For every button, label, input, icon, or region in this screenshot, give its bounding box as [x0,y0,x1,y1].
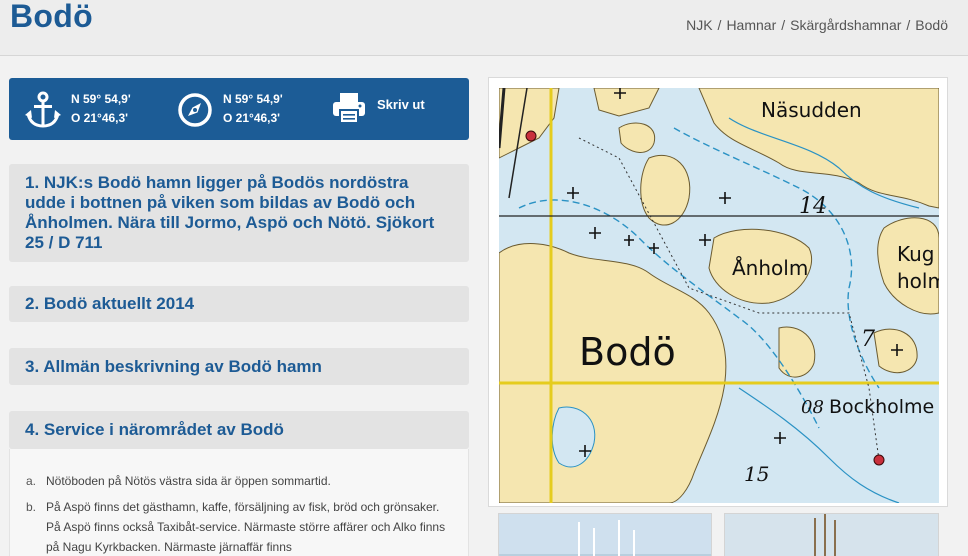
photo-thumbnail[interactable] [498,513,712,556]
photo-thumbnail[interactable] [724,513,939,556]
map-depth-14: 14 [799,194,827,219]
list-item: a. Nötöboden på Nötös västra sida är öpp… [26,471,456,491]
harbour-marker [873,454,885,466]
map-label-nasudden: Näsudden [761,98,862,122]
compass-latitude: N 59° 54,9' [223,92,283,106]
anchor-latitude: N 59° 54,9' [71,92,131,106]
printer-icon [333,93,365,124]
map-depth-7: 7 [861,327,875,352]
list-marker: b. [26,500,37,514]
anchor-coordinates: N 59° 54,9' O 21°46,3' [23,90,131,130]
accordion-item-service[interactable]: 4. Service i närområdet av Bodö [9,411,469,449]
anchor-longitude: O 21°46,3' [71,111,129,125]
print-label: Skriv ut [377,96,425,112]
breadcrumb-separator: / [781,17,786,33]
breadcrumb-separator: / [717,17,722,33]
accordion-item-description[interactable]: 3. Allmän beskrivning av Bodö hamn [9,348,469,385]
island-middle [640,154,691,226]
map-label-anholm: Ånholm [732,256,808,280]
service-panel: a. Nötöboden på Nötös västra sida är öpp… [9,449,469,556]
breadcrumb-current: Bodö [915,17,948,33]
nautical-chart-image: Näsudden Ånholm Kug holm Bodö Bockholme … [499,88,939,503]
main-content: N 59° 54,9' O 21°46,3' N 59° 54,9' O 21°… [0,57,968,556]
map-depth-08: 08 [801,397,824,418]
service-list: a. Nötöboden på Nötös västra sida är öpp… [10,449,468,556]
anchor-icon [25,91,61,128]
breadcrumb-skargardshamnar[interactable]: Skärgårdshamnar [790,17,901,33]
list-item: b. På Aspö finns det gästhamn, kaffe, fö… [26,497,456,556]
page-title: Bodö [10,0,93,34]
harbour-marker [525,130,537,142]
accordion-item-news-2014[interactable]: 2. Bodö aktuellt 2014 [9,286,469,322]
print-button[interactable]: Skriv ut [331,90,425,126]
list-marker: a. [26,474,37,488]
breadcrumb-njk[interactable]: NJK [686,17,712,33]
list-item-text: Nötöboden på Nötös västra sida är öppen … [46,474,331,488]
harbour-photo [725,514,938,556]
map-label-kugg: Kug [897,242,935,266]
breadcrumb: NJK / Hamnar / Skärgårdshamnar / Bodö [686,17,948,33]
compass-icon [178,93,212,127]
list-item-text: På Aspö finns det gästhamn, kaffe, försä… [46,500,446,554]
breadcrumb-separator: / [906,17,911,33]
map-label-bockholm: Bockholme [829,396,934,418]
page-header: Bodö NJK / Hamnar / Skärgårdshamnar / Bodö [0,0,968,56]
compass-coordinates: N 59° 54,9' O 21°46,3' [175,90,283,130]
compass-coordinate-text: N 59° 54,9' O 21°46,3' [223,90,283,128]
breadcrumb-hamnar[interactable]: Hamnar [726,17,776,33]
accordion-item-label: 2. Bodö aktuellt 2014 [25,294,195,313]
nautical-map[interactable]: Näsudden Ånholm Kug holm Bodö Bockholme … [488,77,948,507]
compass-longitude: O 21°46,3' [223,111,281,125]
map-label-holm: holm [897,269,939,293]
accordion-item-label: 3. Allmän beskrivning av Bodö hamn [25,356,322,376]
accordion-item-location[interactable]: 1. NJK:s Bodö hamn ligger på Bodös nordö… [9,164,469,262]
accordion-item-label: 4. Service i närområdet av Bodö [25,420,284,439]
accordion-item-label: 1. NJK:s Bodö hamn ligger på Bodös nordö… [25,173,435,252]
map-depth-15: 15 [744,462,769,486]
map-label-bodo: Bodö [579,330,676,374]
anchor-coordinate-text: N 59° 54,9' O 21°46,3' [71,90,131,128]
harbour-photo [499,514,711,556]
coordinate-bar: N 59° 54,9' O 21°46,3' N 59° 54,9' O 21°… [9,78,469,140]
